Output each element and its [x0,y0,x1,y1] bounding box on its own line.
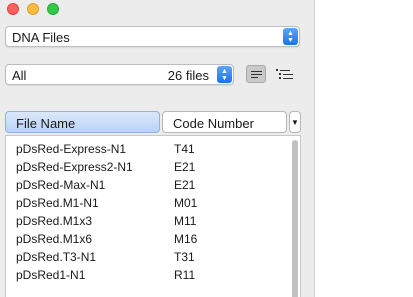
dna-files-dropdown[interactable]: DNA Files ▲ ▼ [5,26,300,47]
list-view-button[interactable] [246,65,266,83]
file-list-row[interactable]: pDsRed.M1x6 M16 [6,229,286,247]
vertical-scrollbar[interactable] [292,140,298,297]
code-number-cell: M16 [174,232,198,246]
file-list-row[interactable]: pDsRed-Max-N1 E21 [6,175,286,193]
file-list-row[interactable]: pDsRed1-N1 R11 [6,265,286,283]
code-number-cell: R11 [174,268,196,282]
close-window-button[interactable] [7,3,19,15]
file-list: pDsRed-Express-N1 T41 pDsRed-Express2-N1 E2… [5,135,301,297]
file-name-cell: pDsRed-Express-N1 [16,142,127,156]
column-menu-button[interactable]: ▼ [289,111,301,133]
file-browser-panel: DNA Files ▲ ▼ All 26 files ▲ ▼ File Name C… [0,0,315,297]
file-list-row[interactable]: pDsRed-Express-N1 T41 [6,139,286,157]
file-list-row[interactable]: pDsRed.M1-N1 M01 [6,193,286,211]
file-count: 26 files [167,68,209,83]
maximize-window-button[interactable] [47,3,59,15]
column-header-code-number[interactable]: Code Number [162,111,287,133]
file-name-cell: pDsRed.M1x6 [16,232,93,246]
file-list-row[interactable]: pDsRed.M1x3 M11 [6,211,286,229]
file-filter-dropdown[interactable]: All 26 files ▲ ▼ [5,64,234,85]
file-list-row[interactable]: pDsRed.T3-N1 T31 [6,247,286,265]
file-list-row[interactable]: pDsRed-Express2-N1 E21 [6,157,286,175]
dropdown-stepper-icon: ▲ ▼ [217,66,232,83]
file-name-cell: pDsRed.T3-N1 [16,250,97,264]
dropdown-stepper-icon: ▲ ▼ [283,28,298,45]
code-number-cell: M11 [174,214,197,228]
window-controls [7,3,59,15]
file-name-cell: pDsRed.M1-N1 [16,196,99,210]
file-name-cell: pDsRed-Max-N1 [16,178,106,192]
filter-value: All [12,68,27,83]
chevron-down-icon: ▼ [291,117,299,127]
code-number-cell: E21 [174,160,196,174]
file-name-cell: pDsRed-Express2-N1 [16,160,133,174]
file-name-cell: pDsRed.M1x3 [16,214,93,228]
code-number-cell: T31 [174,250,195,264]
dna-files-dropdown-value: DNA Files [12,30,70,45]
code-number-cell: E21 [174,178,196,192]
code-number-cell: M01 [174,196,198,210]
code-number-cell: T41 [174,142,195,156]
detail-list-view-button[interactable] [276,65,296,83]
minimize-window-button[interactable] [27,3,39,15]
column-header-file-name[interactable]: File Name [5,111,160,133]
file-name-cell: pDsRed1-N1 [16,268,86,282]
